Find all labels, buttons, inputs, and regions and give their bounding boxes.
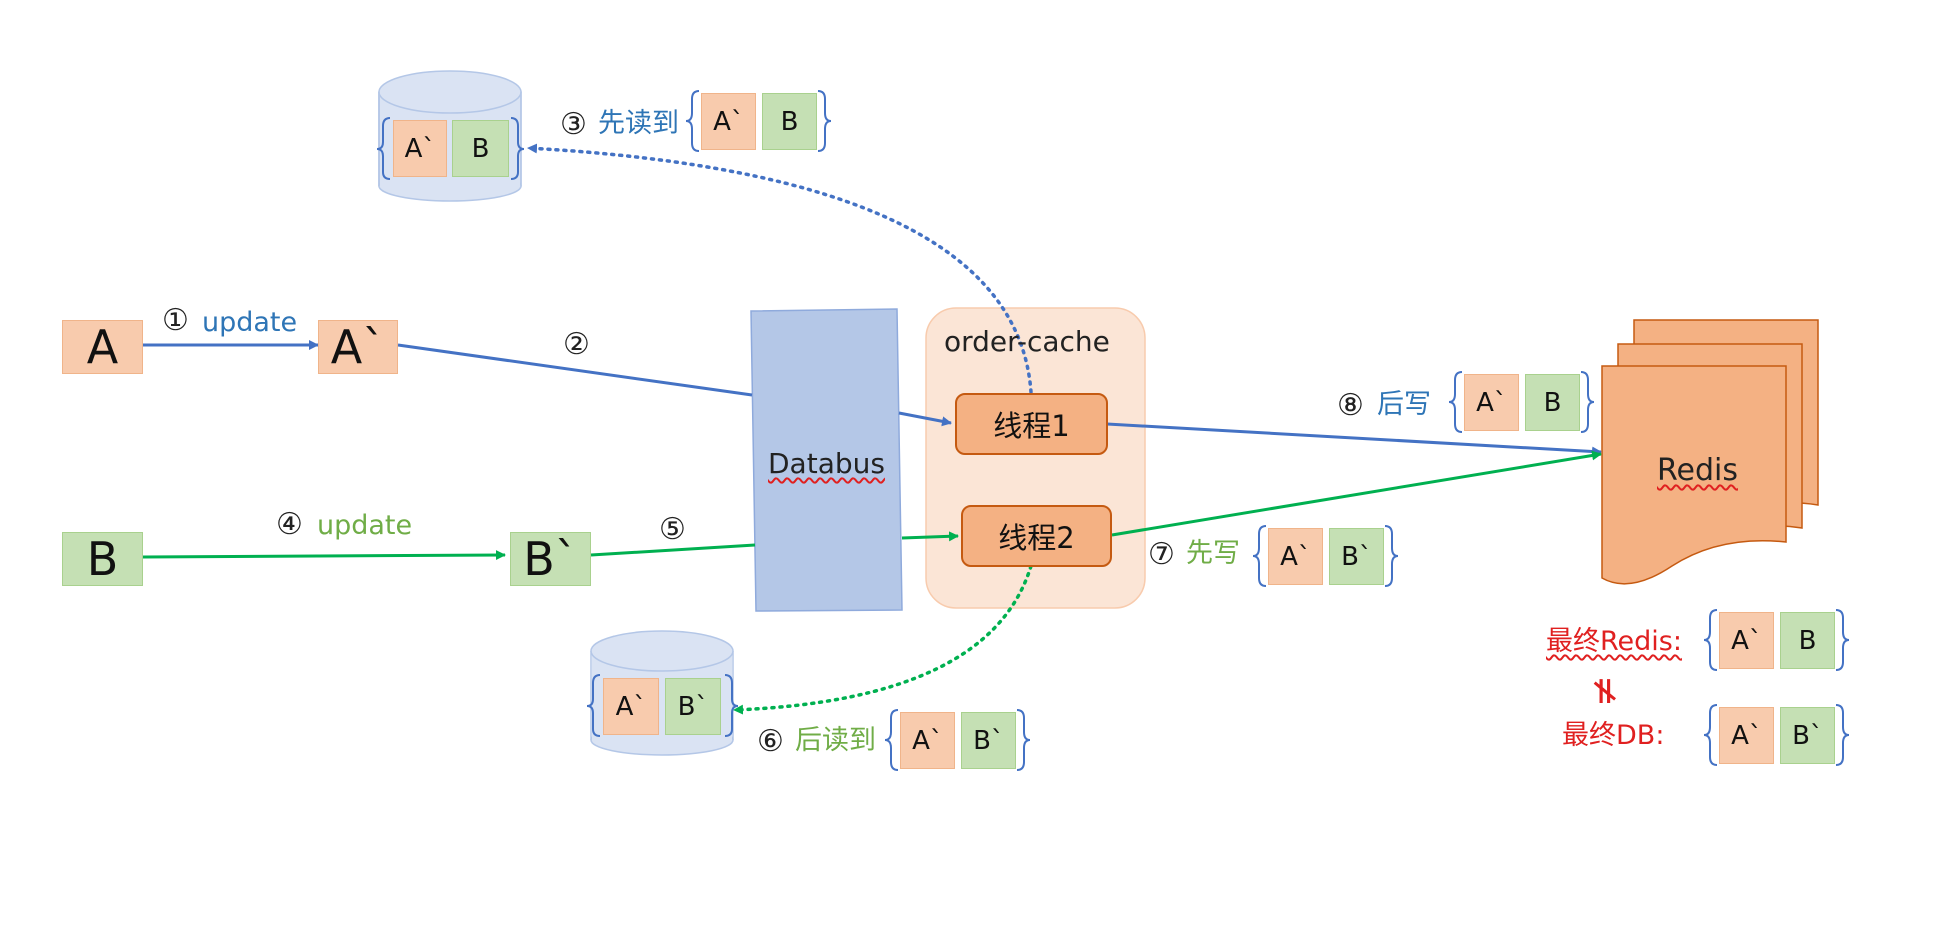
step-3-label: 先读到 [598, 108, 679, 139]
write-later-cell-a: A` [1464, 374, 1519, 431]
arrow-thread2-to-redis [1111, 450, 1602, 537]
db-top-cell-a: A` [393, 120, 447, 177]
node-b-prime: B` [510, 532, 591, 586]
step-1-label: update [202, 307, 298, 338]
final-redis-label: 最终Redis: [1546, 628, 1682, 655]
redis-label: Redis [1657, 453, 1738, 488]
final-redis-cell-b: B [1780, 612, 1835, 669]
read-later-cell-b: B` [961, 712, 1016, 769]
step-6-label: 后读到 [795, 725, 876, 756]
redis-store [1601, 319, 1819, 585]
db-top-cell-b: B [452, 120, 509, 177]
step-3-number: ③ [560, 107, 587, 142]
final-redis-label-text: 最终Redis: [1546, 626, 1682, 657]
final-db-cell-a: A` [1719, 707, 1774, 764]
db-bottom-cell-b: B` [665, 678, 721, 735]
thread-2: 线程2 [961, 505, 1112, 567]
read-later-cell-a: A` [900, 712, 955, 769]
not-equal-sign: ≠ [1583, 675, 1628, 707]
order-cache-label: order-cache [944, 325, 1110, 358]
node-a: A [62, 320, 143, 374]
final-db-label: 最终DB: [1562, 720, 1665, 751]
step-6-number: ⑥ [757, 724, 784, 759]
step-8-number: ⑧ [1337, 388, 1364, 423]
step-4-label: update [317, 510, 413, 541]
step-7-label: 先写 [1186, 538, 1240, 569]
arrow-b-to-bprime [142, 550, 506, 561]
step-5-number: ⑤ [659, 512, 686, 547]
step-2-number: ② [563, 327, 590, 362]
arrow-databus-to-thread2 [901, 531, 959, 542]
thread-1: 线程1 [955, 393, 1108, 455]
write-first-cell-a: A` [1268, 528, 1323, 585]
write-later-cell-b: B [1525, 374, 1580, 431]
read-first-cell-a: A` [701, 93, 756, 150]
node-b: B [62, 532, 143, 586]
final-db-cell-b: B` [1780, 707, 1835, 764]
write-first-cell-b: B` [1329, 528, 1384, 585]
step-4-number: ④ [276, 507, 303, 542]
step-8-label: 后写 [1377, 389, 1431, 420]
step-7-number: ⑦ [1148, 537, 1175, 572]
db-bottom-cell-a: A` [603, 678, 659, 735]
step-1-number: ① [162, 303, 189, 338]
final-redis-cell-a: A` [1719, 612, 1774, 669]
read-first-cell-b: B [762, 93, 817, 150]
databus-label: Databus [768, 447, 885, 480]
node-a-prime: A` [318, 320, 398, 374]
diagram-canvas: A A` B B` Databus order-cache 线程1 线程2 Re… [0, 0, 1949, 929]
